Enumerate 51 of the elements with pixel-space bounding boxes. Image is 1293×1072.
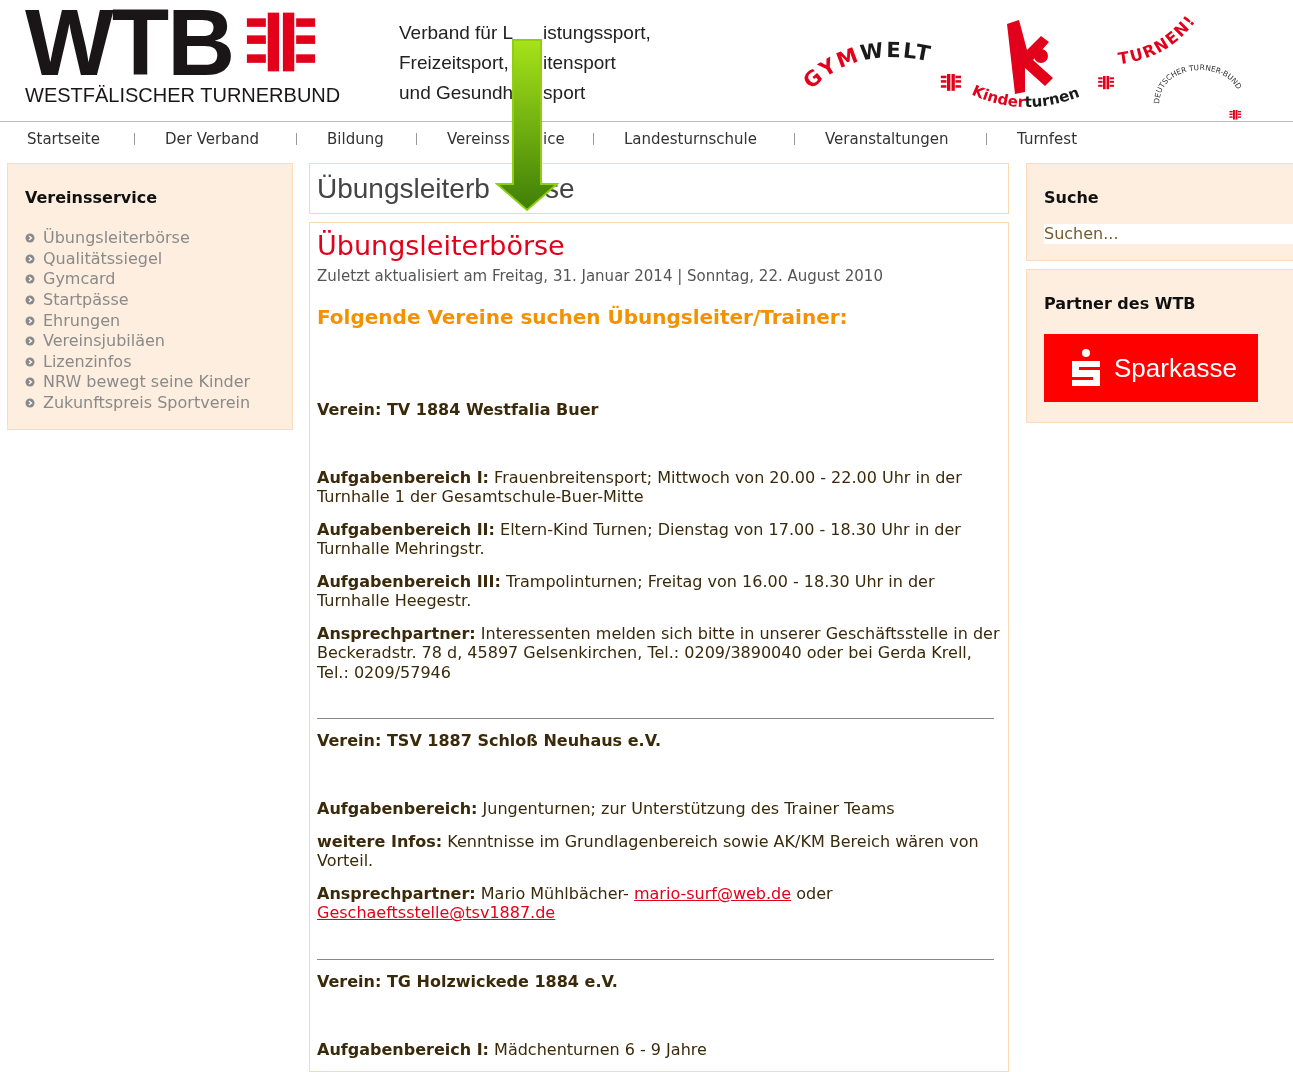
email-link[interactable]: mario-surf@web.de (633, 883, 792, 903)
bullet-icon (25, 233, 35, 244)
bullet-icon (25, 253, 35, 264)
email-link[interactable]: Geschaeftsstelle@tsv1887.de (317, 903, 556, 922)
nav-link[interactable]: Startseite (27, 127, 100, 151)
job-paragraph: Aufgabenbereich I: Mädchenturnen 6 - 9 Jahre (317, 1039, 708, 1059)
club-heading: Verein: TG Holzwickede 1884 e.V. (317, 970, 618, 993)
nav-link[interactable]: Bildung (327, 127, 384, 151)
tagline-text: istungssport, (543, 21, 651, 45)
tagline-text: Verband für L (399, 21, 514, 45)
nav-link[interactable]: Landesturnschule (624, 127, 757, 151)
sidebar-title: Vereinsservice (25, 187, 157, 209)
nav-link[interactable]: Veranstaltungen (825, 127, 949, 151)
tagline-text: und Gesundh (399, 81, 514, 105)
page-title: Übungsleiterb (317, 171, 491, 206)
emblem-icon (1098, 76, 1114, 90)
logo-subtitle: WESTFÄLISCHER TURNERBUND (25, 84, 341, 106)
sparkasse-icon (1070, 348, 1102, 388)
job-paragraph: Aufgabenbereich II: Eltern-Kind Turnen; Dienstag von 17.00 - 18.30 Uhr in der Turnhalle Mehringstr. (317, 519, 962, 559)
partner-title: Partner des WTB (1044, 293, 1196, 315)
tagline-text: sport (543, 81, 586, 105)
bullet-icon (25, 398, 35, 409)
bullet-icon (25, 377, 35, 388)
emblem-icon (1229, 110, 1241, 120)
club-heading: Verein: TV 1884 Westfalia Buer (317, 398, 599, 421)
nav-link[interactable]: ice (543, 127, 565, 151)
nav-link[interactable]: Turnfest (1017, 127, 1077, 151)
bullet-icon (25, 295, 35, 306)
article-meta: Zuletzt aktualisiert am Freitag, 31. Januar 2014 | Sonntag, 22. August 2010 (317, 266, 883, 287)
sparkasse-logo[interactable]: Sparkasse (1044, 334, 1258, 402)
job-paragraph: Ansprechpartner: Mario Mühlbächer- mario-surf@web.de oder Geschaeftsstelle@tsv1887.de (317, 883, 834, 923)
tagline-text: Freizeitsport, (399, 51, 510, 75)
bullet-icon (25, 336, 35, 347)
article-title: Übungsleiterbörse (317, 229, 565, 263)
job-paragraph: Aufgabenbereich I: Frauenbreitensport; Mittwoch von 20.00 - 22.00 Uhr in der Turnhalle 1 der Gesamtschule-Buer-Mitte (317, 467, 963, 507)
article-subtitle: Folgende Vereine suchen Übungsleiter/Trainer: (317, 303, 848, 331)
emblem-icon (940, 74, 961, 91)
logo-wordmark: WTB (25, 6, 234, 80)
bullet-icon (25, 356, 35, 367)
bullet-icon (25, 274, 35, 285)
job-paragraph: weitere Infos: Kenntnisse im Grundlagenbereich sowie AK/KM Bereich wären von Vorteil. (317, 831, 980, 871)
job-paragraph: Ansprechpartner: Interessenten melden sich bitte in unserer Geschäftsstelle in der Beckeradstr. 78 d, 45897 Gelsenkirchen, Tel.: 0209/3890040 oder bei Gerda Krell, Tel.: 0209/57946 (317, 623, 1001, 682)
club-heading: Verein: TSV 1887 Schloß Neuhaus e.V. (317, 730, 662, 752)
bullet-icon (25, 315, 35, 326)
nav-link[interactable]: Vereinss (447, 127, 513, 151)
tagline-text: itensport (543, 51, 616, 75)
nav-link[interactable]: Der Verband (165, 127, 259, 151)
job-paragraph: Aufgabenbereich: Jungenturnen; zur Unterstützung des Trainer Teams (317, 799, 896, 819)
search-field[interactable]: Suchen... (1044, 224, 1293, 244)
job-paragraph: Aufgabenbereich III: Trampolinturnen; Freitag von 16.00 - 18.30 Uhr in der Turnhalle Heegestr. (317, 571, 936, 611)
search-title: Suche (1044, 187, 1099, 209)
